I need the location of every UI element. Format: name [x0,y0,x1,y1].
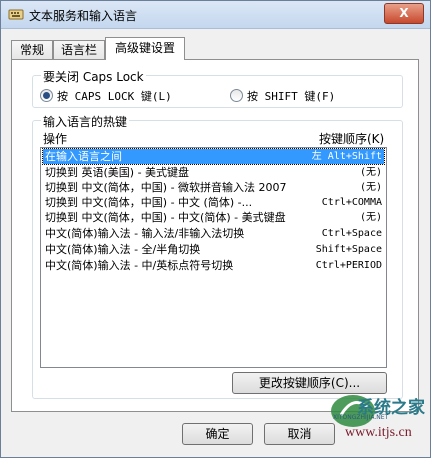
column-header-key-sequence: 按键顺序(K) [319,132,385,146]
row-action: 切换到 中文(简体，中国) - 中文 (简体) -... [45,196,253,209]
tab-language-bar[interactable]: 语言栏 [53,40,105,59]
close-button[interactable]: X [384,3,424,24]
row-keys: (无) [359,182,382,193]
list-item[interactable]: 中文(简体)输入法 - 中/英标点符号切换 Ctrl+PERIOD [43,258,384,273]
list-item[interactable]: 中文(简体)输入法 - 输入法/非输入法切换 Ctrl+Space [43,226,384,241]
list-item[interactable]: 中文(简体)输入法 - 全/半角切换 Shift+Space [43,242,384,257]
row-action: 切换到 中文(简体，中国) - 微软拼音输入法 2007 [45,181,287,194]
row-action: 中文(简体)输入法 - 输入法/非输入法切换 [45,227,245,240]
column-header-action: 操作 [43,132,68,146]
watermark-site: www.itjs.cn [345,425,412,440]
caps-lock-group-label: 要关闭 Caps Lock [41,68,146,85]
list-item[interactable]: 切换到 中文(简体，中国) - 微软拼音输入法 2007 (无) [43,180,384,195]
row-keys: 左 Alt+Shift [311,151,382,162]
row-keys: (无) [359,212,382,223]
watermark-logo: 系统之家 XITONGZHIJIA.NET www.itjs.cn [327,387,427,445]
keyboard-icon [8,9,24,20]
row-keys: Ctrl+PERIOD [315,260,382,271]
list-item[interactable]: 在输入语言之间 左 Alt+Shift [42,148,385,165]
hotkeys-group-label: 输入语言的热键 [41,113,130,130]
tab-advanced-key-settings[interactable]: 高级键设置 [105,37,185,60]
row-keys: Ctrl+COMMA [321,197,382,208]
title-bar[interactable]: 文本服务和输入语言 X [1,1,430,29]
row-action: 切换到 中文(简体，中国) - 中文(简体) - 美式键盘 [45,211,286,224]
dialog-window: 文本服务和输入语言 X 常规 语言栏 高级键设置 要关闭 Caps Lock 按… [0,0,431,458]
shift-key-label[interactable]: 按 SHIFT 键(F) [247,88,335,104]
list-item[interactable]: 切换到 中文(简体，中国) - 中文 (简体) -... Ctrl+COMMA [43,195,384,210]
row-action: 在输入语言之间 [45,150,122,163]
row-keys: (无) [359,167,382,178]
hotkey-list[interactable]: 在输入语言之间左 Alt+Shift 切换到 英语(美国) - 美式键盘 (无) … [40,147,387,368]
row-action: 中文(简体)输入法 - 全/半角切换 [45,243,201,256]
shift-key-radio[interactable] [230,89,243,102]
row-keys: Shift+Space [315,244,382,255]
row-action: 切换到 英语(美国) - 美式键盘 [45,166,190,179]
list-item[interactable]: 切换到 中文(简体，中国) - 中文(简体) - 美式键盘 (无) [43,210,384,225]
tab-general[interactable]: 常规 [11,40,53,59]
list-item[interactable]: 切换到 英语(美国) - 美式键盘 (无) [43,165,384,180]
caps-lock-key-radio[interactable] [40,89,53,102]
ok-button[interactable]: 确定 [182,423,253,445]
window-title: 文本服务和输入语言 [29,9,138,23]
caps-lock-key-label[interactable]: 按 CAPS LOCK 键(L) [57,88,172,104]
watermark-url: XITONGZHIJIA.NET [333,414,389,421]
cancel-button[interactable]: 取消 [264,423,335,445]
row-keys: Ctrl+Space [321,228,382,239]
row-action: 中文(简体)输入法 - 中/英标点符号切换 [45,259,234,272]
